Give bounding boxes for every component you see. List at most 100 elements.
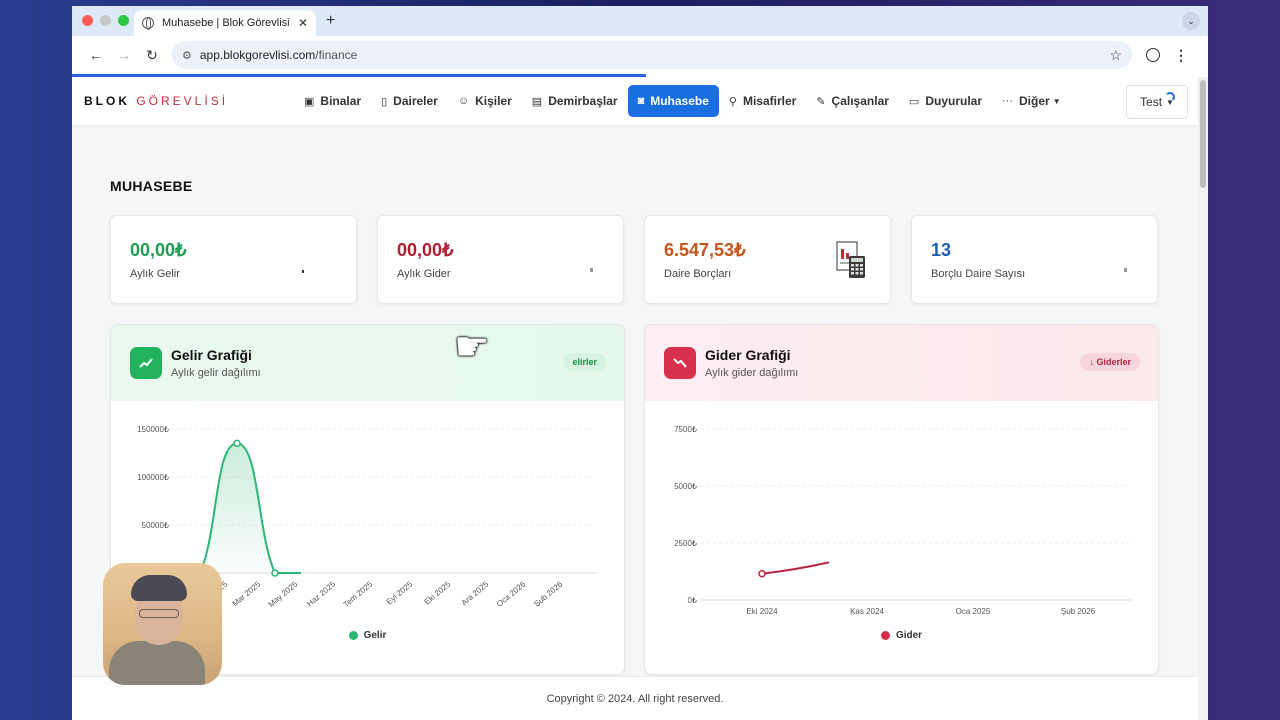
- stat-label: Aylık Gelir: [130, 268, 180, 280]
- y-tick-label: 0₺: [687, 596, 697, 605]
- x-tick-label: Oca 2025: [956, 607, 991, 616]
- webcam-person-body: [109, 641, 205, 685]
- nav-item-daireler[interactable]: ▯ Daireler: [371, 85, 448, 117]
- nav-item-binalar[interactable]: ▣ Binalar: [294, 85, 371, 117]
- income-data-point: [233, 439, 241, 448]
- bookmark-star-icon[interactable]: ☆: [1109, 47, 1122, 64]
- nav-item-duyurular[interactable]: ▭ Duyurular: [899, 85, 992, 117]
- x-tick-label: Haz 2025: [305, 579, 337, 608]
- nav-item-label: Diğer: [1019, 94, 1050, 108]
- chart-legend[interactable]: Gider: [645, 630, 1158, 641]
- expense-chart: 7500₺ 5000₺ 2500₺ 0₺ Eki 2024 Kas 2024 Oca 202…: [674, 425, 1131, 616]
- stat-value: 13: [931, 240, 952, 260]
- expense-data-point: [758, 570, 766, 578]
- card-subtitle: Aylık gider dağılımı: [705, 367, 799, 379]
- user-label: Test: [1140, 95, 1163, 109]
- y-tick-label: 100000₺: [137, 473, 169, 482]
- new-tab-button[interactable]: +: [326, 12, 335, 30]
- url-path: /finance: [315, 48, 358, 62]
- tab-bar: Muhasebe | Blok Görevlisi ✕ + ⌄: [72, 6, 1208, 36]
- nav-item-muhasebe[interactable]: ◙ Muhasebe: [627, 85, 719, 117]
- card-header: Gelir Grafiği Aylık gelir dağılımı elirl…: [111, 325, 624, 401]
- card-title: Gider Grafiği: [705, 347, 791, 363]
- stat-label: Daire Borçları: [664, 268, 732, 280]
- window-controls: [82, 15, 129, 26]
- x-tick-label: May 2025: [267, 579, 300, 609]
- worker-icon: ✎: [816, 95, 826, 108]
- legend-dot: [348, 631, 358, 640]
- forward-icon[interactable]: →: [110, 47, 138, 63]
- y-tick-label: 2500₺: [674, 539, 697, 548]
- legend-label: Gelir: [363, 630, 387, 641]
- nav-item-diger[interactable]: ··· Diğer ▼: [992, 85, 1071, 117]
- door-icon: ▯: [381, 95, 388, 108]
- brand-part1: BLOK: [84, 94, 130, 108]
- nav-item-label: Misafirler: [742, 94, 797, 108]
- tab-search-button[interactable]: ⌄: [1182, 12, 1200, 30]
- stat-icon: [1124, 268, 1127, 272]
- nav-item-demirbaslar[interactable]: ▤ Demirbaşlar: [522, 85, 628, 117]
- trending-down-icon: [664, 347, 696, 379]
- more-icon: ···: [1002, 95, 1014, 107]
- app-navbar: BLOK GÖREVLİSİ ▣ Binalar ▯ Daireler ☺ Kişil…: [72, 77, 1198, 125]
- user-menu-button[interactable]: Test ▼: [1126, 85, 1188, 119]
- nav-item-kisiler[interactable]: ☺ Kişiler: [448, 85, 522, 117]
- x-tick-label: Eyl 2025: [385, 579, 415, 606]
- webcam-person-hair: [131, 575, 187, 601]
- card-subtitle: Aylık gelir dağılımı: [171, 367, 261, 379]
- maximize-window-button[interactable]: [118, 15, 129, 26]
- nav-item-label: Kişiler: [475, 94, 512, 108]
- card-header: Gider Grafiği Aylık gider dağılımı ↓ Gid…: [645, 325, 1158, 401]
- browser-window: Muhasebe | Blok Görevlisi ✕ + ⌄ ← → ↻ ⚙ …: [72, 6, 1208, 720]
- x-tick-label: Şub 2026: [532, 579, 564, 608]
- page-footer: Copyright © 2024. All right reserved.: [72, 676, 1198, 720]
- profile-icon[interactable]: [1146, 48, 1160, 62]
- x-tick-label: Ara 2025: [460, 579, 491, 607]
- expense-badge[interactable]: ↓ Giderler: [1080, 353, 1140, 371]
- nav-item-label: Duyurular: [925, 94, 983, 108]
- stat-value: 6.547,53₺: [664, 240, 746, 260]
- nav-item-misafirler[interactable]: ⚲ Misafirler: [719, 85, 806, 117]
- expense-chart-card: Gider Grafiği Aylık gider dağılımı ↓ Gid…: [644, 324, 1159, 675]
- close-window-button[interactable]: [82, 15, 93, 26]
- nav-item-label: Çalışanlar: [831, 94, 889, 108]
- nav-item-calisanlar[interactable]: ✎ Çalışanlar: [806, 85, 899, 117]
- site-settings-icon[interactable]: ⚙: [182, 49, 192, 62]
- stat-value: 00,00₺: [397, 240, 454, 260]
- back-icon[interactable]: ←: [82, 47, 110, 63]
- stat-card-apartment-debts: 6.547,53₺ Daire Borçları: [644, 215, 891, 304]
- y-tick-label: 50000₺: [142, 521, 169, 530]
- reload-icon[interactable]: ↻: [138, 47, 166, 64]
- globe-icon: [142, 17, 154, 30]
- nav-item-label: Muhasebe: [650, 94, 709, 108]
- caret-down-icon: ▼: [1052, 96, 1061, 106]
- y-tick-label: 150000₺: [137, 425, 169, 434]
- close-tab-icon[interactable]: ✕: [298, 16, 308, 30]
- webcam-overlay: [103, 563, 222, 685]
- stat-card-monthly-expense: 00,00₺ Aylık Gider: [377, 215, 624, 304]
- nav-item-label: Demirbaşlar: [548, 94, 618, 108]
- income-data-point: [271, 569, 279, 577]
- trending-up-icon: [130, 347, 162, 379]
- minimize-window-button[interactable]: [100, 15, 111, 26]
- scrollbar-thumb[interactable]: [1200, 80, 1206, 188]
- brand-part2: GÖREVLİSİ: [136, 94, 229, 108]
- person-icon: ☺: [457, 95, 470, 107]
- hand-cursor-icon: ☛: [454, 325, 490, 369]
- nav-item-label: Daireler: [393, 94, 438, 108]
- footer-text: Copyright © 2024. All right reserved.: [546, 692, 724, 705]
- expense-series-line: [761, 561, 830, 575]
- stat-label: Aylık Gider: [397, 268, 451, 280]
- x-tick-label: Mar 2025: [231, 579, 263, 608]
- browser-menu-icon[interactable]: ⋮: [1174, 47, 1188, 64]
- stat-icon: [590, 268, 593, 272]
- url-field[interactable]: ⚙ app.blokgorevlisi.com/finance ☆: [172, 41, 1132, 69]
- x-tick-label: Eki 2024: [746, 607, 778, 616]
- stat-card-debtor-count: 13 Borçlu Daire Sayısı: [911, 215, 1158, 304]
- main-menu: ▣ Binalar ▯ Daireler ☺ Kişiler ▤ Demirbaşlar…: [294, 85, 1071, 117]
- brand-logo[interactable]: BLOK GÖREVLİSİ: [84, 94, 294, 108]
- income-badge[interactable]: elirler: [563, 353, 606, 371]
- nav-item-label: Binalar: [320, 94, 362, 108]
- browser-tab[interactable]: Muhasebe | Blok Görevlisi ✕: [134, 10, 316, 36]
- y-tick-label: 5000₺: [674, 482, 697, 491]
